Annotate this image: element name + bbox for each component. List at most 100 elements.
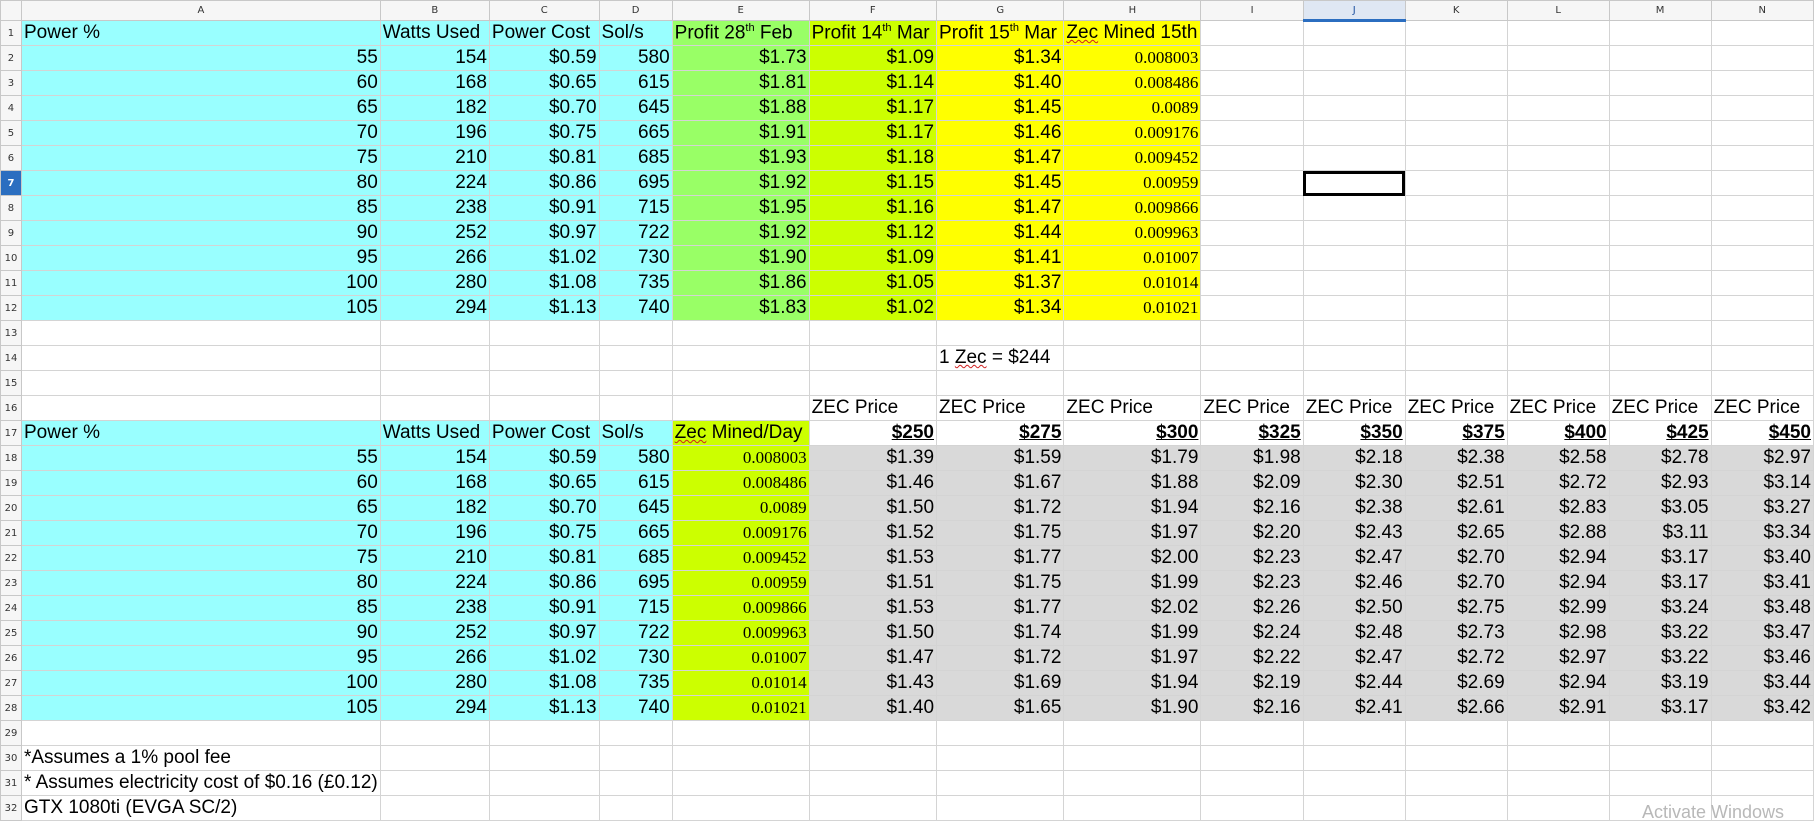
top-header-2[interactable]: Watts Used [379, 20, 490, 46]
cell-m4[interactable] [1608, 95, 1712, 121]
cell-c16[interactable] [488, 395, 600, 421]
profit-cell[interactable]: $2.88 [1506, 520, 1610, 546]
bottom-power-cost-cell[interactable]: $1.13 [488, 695, 600, 721]
cell-g32[interactable] [936, 795, 1065, 821]
profit-cell[interactable]: $3.05 [1608, 495, 1712, 521]
cell-k29[interactable] [1404, 720, 1508, 746]
profit-cell[interactable]: $3.40 [1710, 545, 1814, 571]
top-sols-cell[interactable]: 740 [598, 295, 673, 321]
profit-cell[interactable]: $2.91 [1506, 695, 1610, 721]
row-header-18[interactable]: 18 [0, 445, 22, 471]
cell-j9[interactable] [1302, 220, 1406, 246]
cell-n7[interactable] [1710, 170, 1814, 196]
cell-d31[interactable] [598, 770, 673, 796]
cell-j5[interactable] [1302, 120, 1406, 146]
profit-cell[interactable]: $2.22 [1200, 645, 1304, 671]
cell-j14[interactable] [1302, 345, 1406, 371]
top-g-cell[interactable]: $1.47 [936, 195, 1065, 221]
top-g-cell[interactable]: $1.44 [936, 220, 1065, 246]
top-power-cost-cell[interactable]: $0.75 [488, 120, 600, 146]
cell-n1[interactable] [1710, 20, 1814, 46]
bottom-power-pct-cell[interactable]: 95 [20, 645, 381, 671]
zec-price-value[interactable]: $450 [1710, 420, 1814, 446]
top-sols-cell[interactable]: 722 [598, 220, 673, 246]
bottom-e-cell[interactable]: 0.01007 [671, 645, 810, 671]
top-power-cost-cell[interactable]: $0.91 [488, 195, 600, 221]
profit-cell[interactable]: $3.17 [1608, 545, 1712, 571]
row-header-9[interactable]: 9 [0, 220, 22, 246]
top-sols-cell[interactable]: 615 [598, 70, 673, 96]
top-power-pct-cell[interactable]: 80 [20, 170, 381, 196]
column-header-k[interactable]: K [1404, 0, 1508, 21]
bottom-sols-cell[interactable]: 695 [598, 570, 673, 596]
bottom-sols-cell[interactable]: 645 [598, 495, 673, 521]
note-2[interactable]: * Assumes electricity cost of $0.16 (£0.… [20, 770, 381, 796]
cell-h31[interactable] [1063, 770, 1202, 796]
cell-i8[interactable] [1200, 195, 1304, 221]
cell-a14[interactable] [20, 345, 381, 371]
cell-m13[interactable] [1608, 320, 1712, 346]
top-h-cell[interactable]: 0.009176 [1063, 120, 1202, 146]
cell-d14[interactable] [598, 345, 673, 371]
cell-m7[interactable] [1608, 170, 1712, 196]
row-header-1[interactable]: 1 [0, 20, 22, 46]
profit-cell[interactable]: $2.19 [1200, 670, 1304, 696]
profit-cell[interactable]: $1.97 [1063, 645, 1202, 671]
cell-d32[interactable] [598, 795, 673, 821]
cell-j2[interactable] [1302, 45, 1406, 71]
cell-f15[interactable] [808, 370, 938, 396]
profit-cell[interactable]: $3.46 [1710, 645, 1814, 671]
cell-j8[interactable] [1302, 195, 1406, 221]
top-power-cost-cell[interactable]: $0.70 [488, 95, 600, 121]
top-power-pct-cell[interactable]: 75 [20, 145, 381, 171]
profit-cell[interactable]: $1.50 [808, 620, 938, 646]
bottom-power-pct-cell[interactable]: 70 [20, 520, 381, 546]
cell-e30[interactable] [671, 745, 810, 771]
note-3[interactable]: GTX 1080ti (EVGA SC/2) [20, 795, 381, 821]
cell-d29[interactable] [598, 720, 673, 746]
bottom-watts-used-cell[interactable]: 280 [379, 670, 490, 696]
bottom-sols-cell[interactable]: 685 [598, 545, 673, 571]
profit-cell[interactable]: $2.51 [1404, 470, 1508, 496]
cell-j29[interactable] [1302, 720, 1406, 746]
cell-e32[interactable] [671, 795, 810, 821]
cell-l31[interactable] [1506, 770, 1610, 796]
cell-h32[interactable] [1063, 795, 1202, 821]
top-power-cost-cell[interactable]: $1.08 [488, 270, 600, 296]
cell-h13[interactable] [1063, 320, 1202, 346]
column-header-f[interactable]: F [808, 0, 938, 21]
profit-cell[interactable]: $2.38 [1302, 495, 1406, 521]
cell-i6[interactable] [1200, 145, 1304, 171]
cell-b30[interactable] [379, 745, 490, 771]
cell-i7[interactable] [1200, 170, 1304, 196]
cell-m2[interactable] [1608, 45, 1712, 71]
row-header-3[interactable]: 3 [0, 70, 22, 96]
cell-j15[interactable] [1302, 370, 1406, 396]
cell-f14[interactable] [808, 345, 938, 371]
cell-n15[interactable] [1710, 370, 1814, 396]
top-g-cell[interactable]: $1.34 [936, 295, 1065, 321]
top-g-cell[interactable]: $1.45 [936, 170, 1065, 196]
profit-cell[interactable]: $1.94 [1063, 670, 1202, 696]
top-e-cell[interactable]: $1.73 [671, 45, 810, 71]
profit-cell[interactable]: $2.73 [1404, 620, 1508, 646]
profit-cell[interactable]: $2.61 [1404, 495, 1508, 521]
top-f-cell[interactable]: $1.12 [808, 220, 938, 246]
profit-cell[interactable]: $2.98 [1506, 620, 1610, 646]
top-power-pct-cell[interactable]: 90 [20, 220, 381, 246]
top-sols-cell[interactable]: 730 [598, 245, 673, 271]
top-header-4[interactable]: Sol/s [598, 20, 673, 46]
cell-n12[interactable] [1710, 295, 1814, 321]
cell-c13[interactable] [488, 320, 600, 346]
cell-g13[interactable] [936, 320, 1065, 346]
profit-cell[interactable]: $3.24 [1608, 595, 1712, 621]
cell-k15[interactable] [1404, 370, 1508, 396]
bottom-e-cell[interactable]: 0.0089 [671, 495, 810, 521]
bottom-sols-cell[interactable]: 735 [598, 670, 673, 696]
cell-h15[interactable] [1063, 370, 1202, 396]
cell-k1[interactable] [1404, 20, 1508, 46]
zec-price-label[interactable]: ZEC Price [808, 395, 938, 421]
cell-k7[interactable] [1404, 170, 1508, 196]
cell-i15[interactable] [1200, 370, 1304, 396]
profit-cell[interactable]: $2.47 [1302, 645, 1406, 671]
